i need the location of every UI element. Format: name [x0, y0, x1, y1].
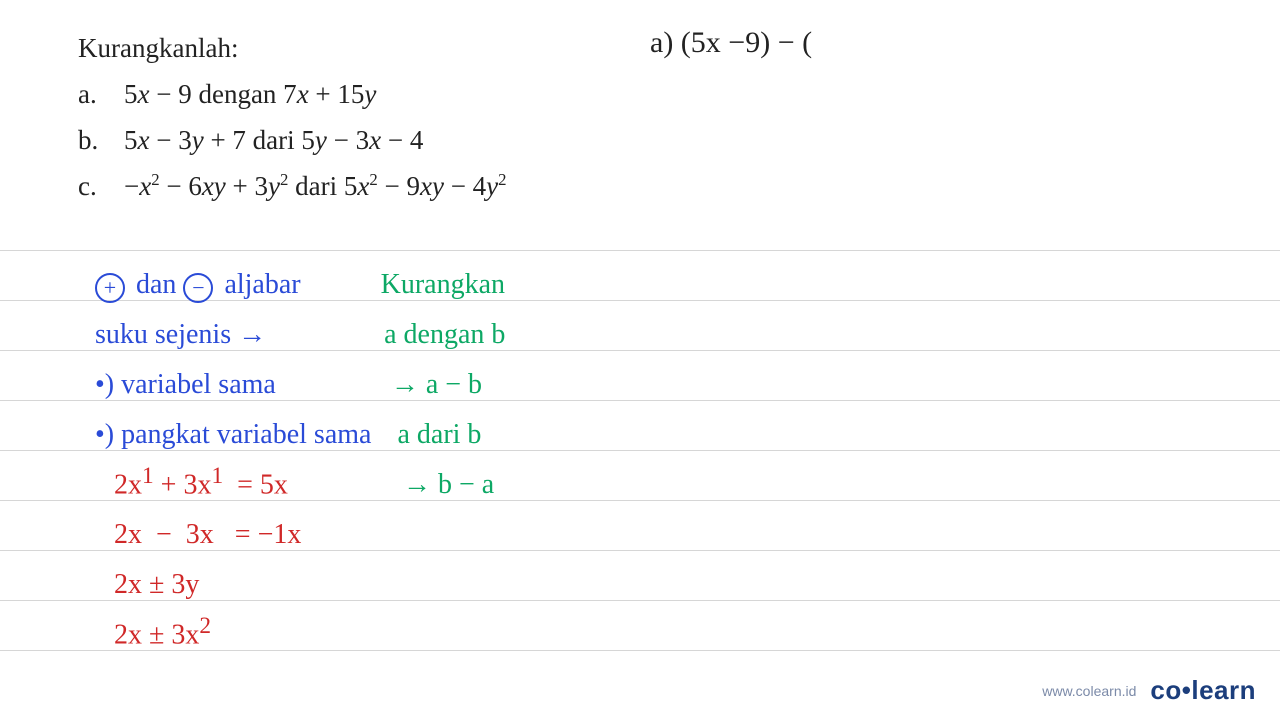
item-expression: −x2 − 6xy + 3y2 dari 5x2 − 9xy − 4y2 — [124, 166, 507, 208]
problem-item: c.−x2 − 6xy + 3y2 dari 5x2 − 9xy − 4y2 — [78, 166, 507, 208]
line-content: 2x1 + 3x1 = 5x → b − a — [95, 461, 494, 501]
line-content: suku sejenis →a dengan b — [95, 311, 505, 351]
handwriting-segment: a dengan b — [266, 319, 505, 351]
problem-block: Kurangkanlah: a.5x − 9 dengan 7x + 15yb.… — [78, 28, 507, 207]
handwriting-segment: + dan − aljabar — [95, 269, 301, 301]
handwriting-segment: 2x1 + 3x1 = 5x — [95, 463, 288, 501]
item-marker: c. — [78, 166, 124, 208]
line-content: 2x − 3x = −1x — [95, 511, 301, 551]
line-content: 2x ± 3x2 — [95, 611, 211, 651]
handwriting-segment: → a − b — [276, 369, 482, 401]
problem-item: a.5x − 9 dengan 7x + 15y — [78, 74, 507, 116]
item-marker: b. — [78, 120, 124, 162]
problem-item: b.5x − 3y + 7 dari 5y − 3x − 4 — [78, 120, 507, 162]
handwriting-segment: suku sejenis → — [95, 319, 266, 351]
handwriting-segment: •) pangkat variabel sama — [95, 419, 371, 451]
problem-heading: Kurangkanlah: — [78, 28, 507, 70]
footer: www.colearn.id co•learn — [1042, 675, 1256, 706]
handwriting-segment: → b − a — [288, 469, 494, 501]
line-content: 2x ± 3y — [95, 561, 199, 601]
handwriting-segment: a dari b — [371, 419, 481, 451]
footer-url: www.colearn.id — [1042, 683, 1136, 699]
handwriting-segment: 2x ± 3x2 — [95, 613, 211, 651]
handwritten-answer-a: a) (5x −9) − ( — [650, 26, 812, 60]
item-marker: a. — [78, 74, 124, 116]
line-content: + dan − aljabarKurangkan — [95, 261, 505, 301]
line-content: •) pangkat variabel samaa dari b — [95, 411, 481, 451]
item-expression: 5x − 9 dengan 7x + 15y — [124, 74, 376, 116]
line-content: •) variabel sama → a − b — [95, 361, 482, 401]
handwriting-segment: Kurangkan — [301, 269, 505, 301]
handwriting-segment: •) variabel sama — [95, 369, 276, 401]
brand-logo: co•learn — [1150, 675, 1256, 706]
item-expression: 5x − 3y + 7 dari 5y − 3x − 4 — [124, 120, 423, 162]
handwriting-segment: 2x − 3x = −1x — [95, 519, 301, 551]
ruled-area: + dan − aljabarKurangkansuku sejenis →a … — [0, 250, 1280, 700]
handwriting-segment: 2x ± 3y — [95, 569, 199, 601]
brand-dot-icon: • — [1182, 675, 1192, 705]
